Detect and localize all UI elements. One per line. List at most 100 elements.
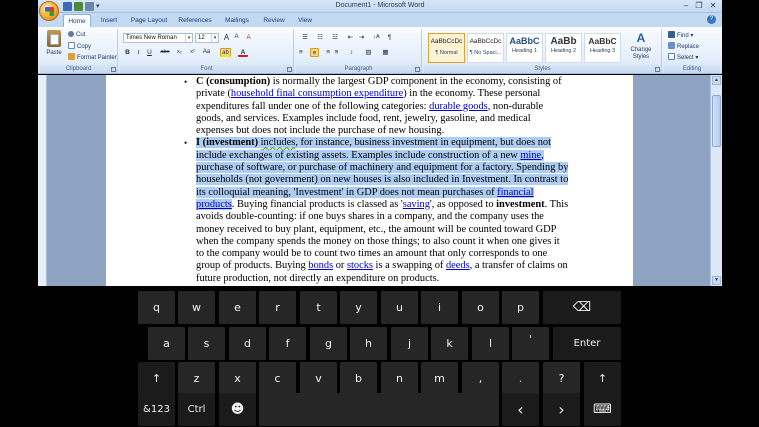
keyboard-options-key[interactable]: ⌨ [584, 393, 621, 426]
tab-references[interactable]: References [175, 14, 215, 27]
font-name-combo[interactable]: Times New Roman ▾ [123, 33, 193, 43]
font-color-button[interactable]: A [238, 48, 248, 57]
subscript-button[interactable]: x₂ [174, 48, 185, 57]
tab-home[interactable]: Home [63, 14, 91, 27]
copy-button[interactable]: Copy [68, 42, 91, 51]
key-o[interactable]: o [462, 291, 499, 324]
document-page[interactable]: • C (consumption) is normally the larges… [106, 75, 633, 286]
highlight-color-button[interactable]: ab [220, 48, 231, 57]
key-h[interactable]: h [350, 327, 387, 360]
link-durable-goods[interactable]: durable goods [429, 101, 488, 112]
key-apostrophe[interactable]: ' [512, 327, 549, 360]
key-b[interactable]: b [340, 362, 377, 395]
align-left-button[interactable]: ≡ [299, 48, 308, 57]
link-saving[interactable]: saving [403, 199, 430, 210]
key-u[interactable]: u [381, 291, 418, 324]
key-comma[interactable]: , [462, 362, 499, 395]
key-c[interactable]: c [259, 362, 296, 395]
superscript-button[interactable]: x² [187, 48, 198, 57]
key-y[interactable]: y [340, 291, 377, 324]
key-t[interactable]: t [300, 291, 337, 324]
numbers-key[interactable]: &123 [138, 393, 175, 426]
shading-button[interactable]: ▨ [363, 48, 374, 57]
bold-button[interactable]: B [123, 48, 132, 57]
increase-indent-button[interactable]: ⇥ [357, 33, 366, 42]
right-arrow-key[interactable]: › [543, 393, 580, 426]
shift-left-key[interactable]: ↑ [138, 362, 175, 395]
shrink-font-icon[interactable]: A [232, 33, 241, 42]
tab-review[interactable]: Review [259, 14, 289, 27]
paragraph-launcher-icon[interactable] [415, 67, 420, 72]
scroll-down-icon[interactable]: ▼ [712, 276, 721, 285]
space-key[interactable] [259, 393, 499, 426]
key-z[interactable]: z [178, 362, 215, 395]
link-financial-products[interactable]: financial [497, 187, 533, 198]
font-size-combo[interactable]: 12 ▾ [195, 33, 219, 43]
list-item-investment[interactable]: • I (investment) includes, for instance,… [184, 137, 596, 285]
key-x[interactable]: x [219, 362, 256, 395]
restore-button[interactable]: ❐ [694, 1, 704, 11]
key-question[interactable]: ? [543, 362, 580, 395]
format-painter-button[interactable]: Format Painter [68, 53, 117, 62]
link-mine[interactable]: mine [520, 150, 541, 161]
link-deeds[interactable]: deeds [446, 260, 470, 271]
cut-button[interactable]: Cut [68, 31, 85, 39]
key-q[interactable]: q [138, 291, 175, 324]
style-heading-2[interactable]: AaBb Heading 2 [545, 33, 582, 63]
key-s[interactable]: s [188, 327, 225, 360]
change-case-button[interactable]: Aa [201, 48, 212, 57]
align-right-button[interactable]: ≡ [321, 48, 330, 57]
styles-launcher-icon[interactable] [655, 67, 660, 72]
key-r[interactable]: r [259, 291, 296, 324]
key-w[interactable]: w [178, 291, 215, 324]
ctrl-key[interactable]: Ctrl [178, 393, 215, 426]
replace-button[interactable]: Replace [668, 42, 699, 51]
decrease-indent-button[interactable]: ⇤ [346, 33, 355, 42]
sort-button[interactable]: ↓A [371, 33, 382, 42]
select-button[interactable]: Select ▾ [668, 53, 698, 62]
left-arrow-key[interactable]: ‹ [502, 393, 539, 426]
bullets-button[interactable]: ☰ [299, 33, 311, 42]
key-j[interactable]: j [391, 327, 428, 360]
tab-page-layout[interactable]: Page Layout [127, 14, 171, 27]
key-f[interactable]: f [269, 327, 306, 360]
tab-view[interactable]: View [293, 14, 317, 27]
grow-font-icon[interactable]: A [222, 33, 231, 42]
key-n[interactable]: n [381, 362, 418, 395]
style-heading-3[interactable]: AaBbC Heading 3 [584, 33, 621, 63]
style-normal[interactable]: AaBbCcDc ¶ Normal [428, 33, 465, 63]
key-g[interactable]: g [310, 327, 347, 360]
font-launcher-icon[interactable] [287, 67, 292, 72]
italic-button[interactable]: I [134, 48, 143, 57]
office-button[interactable] [39, 1, 59, 21]
close-button[interactable]: ✕ [706, 1, 720, 11]
tab-insert[interactable]: Insert [95, 14, 123, 27]
paste-button[interactable]: Paste [43, 30, 65, 63]
shift-right-key[interactable]: ↑ [584, 362, 621, 395]
link-stocks[interactable]: stocks [347, 260, 373, 271]
style-no-spacing[interactable]: AaBbCcDc ¶ No Spaci... [467, 33, 504, 63]
show-marks-button[interactable]: ¶ [385, 33, 394, 42]
center-button[interactable]: ≡ [310, 48, 319, 57]
key-e[interactable]: e [219, 291, 256, 324]
key-m[interactable]: m [421, 362, 458, 395]
clear-formatting-icon[interactable]: A [244, 33, 253, 42]
change-styles-button[interactable]: A Change Styles [626, 32, 656, 61]
multilevel-list-button[interactable]: ☳ [329, 33, 341, 42]
underline-button[interactable]: U [145, 48, 154, 57]
key-l[interactable]: l [472, 327, 509, 360]
line-spacing-button[interactable]: ↕ [346, 48, 357, 57]
help-icon[interactable]: ? [707, 15, 716, 24]
scroll-up-icon[interactable]: ▲ [712, 76, 721, 85]
strikethrough-button[interactable]: abe [158, 48, 172, 57]
style-heading-1[interactable]: AaBbC Heading 1 [506, 33, 543, 63]
key-k[interactable]: k [431, 327, 468, 360]
minimize-button[interactable]: – [681, 1, 691, 11]
tab-mailings[interactable]: Mailings [219, 14, 255, 27]
find-button[interactable]: Find ▾ [668, 31, 693, 40]
link-household-consumption[interactable]: household final consumption expenditure [231, 88, 403, 99]
scroll-thumb[interactable] [712, 95, 721, 147]
borders-button[interactable]: ▦ [380, 48, 391, 57]
numbering-button[interactable]: ☷ [314, 33, 326, 42]
vertical-scrollbar[interactable]: ▲ ▼ [710, 75, 722, 286]
